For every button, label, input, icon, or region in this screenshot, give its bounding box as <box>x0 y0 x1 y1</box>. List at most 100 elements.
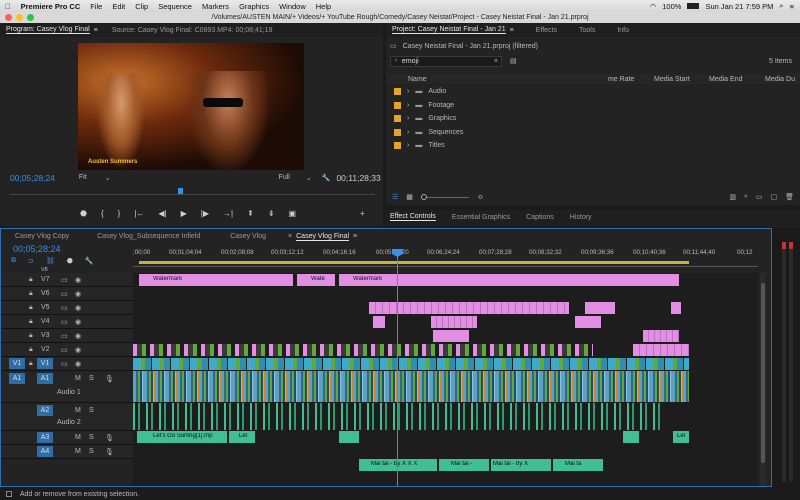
playhead-line[interactable] <box>397 249 398 486</box>
bin-sequences[interactable]: › ▬ Sequences <box>386 126 800 140</box>
clip-a1-group[interactable] <box>133 371 689 402</box>
panel-menu-icon[interactable]: ≡ <box>510 27 514 34</box>
clip-watermark[interactable]: Watermark <box>139 274 293 286</box>
eye-icon[interactable]: ◉ <box>75 318 81 326</box>
tab-sequence-final[interactable]: Casey Vlog Final <box>296 233 350 241</box>
clip-v2[interactable] <box>633 344 689 356</box>
panel-menu-icon[interactable]: ≡ <box>94 27 98 34</box>
clip-v3[interactable] <box>643 330 679 342</box>
track-header-a4[interactable]: A4 M S 🎙︎ <box>1 445 133 459</box>
lock-icon[interactable]: 🔒︎ <box>29 360 33 368</box>
go-to-out-icon[interactable]: →| <box>223 209 233 218</box>
bin-titles[interactable]: › ▬ Titles <box>386 139 800 153</box>
expand-chevron-icon[interactable]: › <box>407 88 409 95</box>
solo-button[interactable]: S <box>89 448 94 455</box>
clip-a4[interactable]: Mai tai - by X X X <box>359 459 437 471</box>
nest-icon[interactable]: ⧉ <box>11 257 16 265</box>
mute-button[interactable]: M <box>75 407 81 414</box>
wrench-icon[interactable]: 🔧 <box>322 174 331 182</box>
sort-icon[interactable]: ≎ <box>477 193 483 201</box>
track-header-v7[interactable]: 🔒︎ V7 ▭ ◉ <box>1 273 133 287</box>
work-area-bar[interactable] <box>139 261 689 264</box>
automate-icon[interactable]: ▥ <box>729 193 736 201</box>
sync-icon[interactable]: ▭ <box>61 276 68 284</box>
add-button-icon[interactable]: + <box>360 209 365 218</box>
source-info[interactable]: Source: Casey Vlog Final: C0893.MP4: 00;… <box>112 27 273 34</box>
menu-edit[interactable]: Edit <box>107 2 130 11</box>
track-header-a1[interactable]: A1 A1 M S 🎙︎ Audio 1 <box>1 371 133 403</box>
menu-file[interactable]: File <box>85 2 107 11</box>
lock-icon[interactable]: 🔒︎ <box>29 290 33 298</box>
step-forward-icon[interactable]: |▶ <box>201 209 209 218</box>
clip-a4[interactable]: Mai tai - by X <box>491 459 551 471</box>
time-ruler[interactable]: ;00;00 00;01;04;04 00;02;08;08 00;03;12;… <box>133 249 758 267</box>
settings-wrench-icon[interactable]: 🔧 <box>85 257 94 265</box>
clip-v5-group[interactable] <box>369 302 569 314</box>
menu-help[interactable]: Help <box>311 2 336 11</box>
find-icon[interactable]: ⌕ <box>744 193 748 201</box>
eye-icon[interactable]: ◉ <box>75 360 81 368</box>
track-header-a3[interactable]: A3 M S 🎙︎ <box>1 431 133 445</box>
play-icon[interactable]: ▶ <box>181 209 187 218</box>
mute-button[interactable]: M <box>75 448 81 455</box>
mic-icon[interactable]: 🎙︎ <box>105 375 114 383</box>
eye-icon[interactable]: ◉ <box>75 290 81 298</box>
clip-v5[interactable] <box>671 302 681 314</box>
quality-dropdown[interactable]: Full ⌄ <box>279 174 312 182</box>
expand-chevron-icon[interactable]: › <box>407 142 409 149</box>
tab-program[interactable]: Program: Casey Vlog Final <box>6 26 90 34</box>
add-marker-icon[interactable]: ⬣ <box>67 257 73 265</box>
track-area[interactable]: Watermark Wate Watermark Let's Go Surfin… <box>133 273 758 486</box>
list-view-icon[interactable]: ☰ <box>392 193 398 201</box>
lock-icon[interactable]: 🔒︎ <box>29 318 33 326</box>
tab-effect-controls[interactable]: Effect Controls <box>390 213 436 221</box>
source-patch-a1[interactable]: A1 <box>9 373 25 384</box>
panel-menu-icon[interactable]: ≡ <box>353 233 357 240</box>
solo-button[interactable]: S <box>89 434 94 441</box>
wifi-icon[interactable]: ◠ <box>650 2 657 11</box>
tab-project[interactable]: Project: Casey Neistat Final - Jan 21 <box>392 26 506 34</box>
expand-chevron-icon[interactable]: › <box>407 129 409 136</box>
zoom-window-button[interactable] <box>27 14 34 21</box>
source-patch-v1[interactable]: V1 <box>9 358 25 369</box>
clip-a3[interactable] <box>339 431 359 443</box>
clip-v1-group[interactable] <box>133 358 689 370</box>
mic-icon[interactable]: 🎙︎ <box>105 434 114 442</box>
sync-icon[interactable]: ▭ <box>61 290 68 298</box>
clip-watermark[interactable]: Watermark <box>339 274 679 286</box>
snap-icon[interactable]: ⊃ <box>28 257 34 265</box>
tab-captions[interactable]: Captions <box>526 214 554 221</box>
clip-a3[interactable]: Let's Go Surfing[1].mp <box>137 431 227 443</box>
mark-out-icon[interactable]: } <box>118 209 121 218</box>
expand-chevron-icon[interactable]: › <box>407 115 409 122</box>
clip-v3[interactable] <box>433 330 469 342</box>
track-header-v1[interactable]: V1 🔒︎ V1 ▭ ◉ <box>1 357 133 371</box>
clip-v4[interactable] <box>373 316 385 328</box>
new-bin-icon[interactable]: ▭ <box>756 193 763 201</box>
search-icon[interactable]: ⌕ <box>779 1 783 11</box>
solo-button[interactable]: S <box>89 407 94 414</box>
tab-sequence-subsequence[interactable]: Casey Vlog_Subsequence Infield <box>97 233 200 240</box>
menu-markers[interactable]: Markers <box>197 2 234 11</box>
clip-a4[interactable]: Mai ta <box>553 459 603 471</box>
app-menu[interactable]: Premiere Pro CC <box>16 2 86 11</box>
mic-icon[interactable]: 🎙︎ <box>105 448 114 456</box>
close-tab-icon[interactable]: × <box>288 233 292 240</box>
clip-a4[interactable]: Mai tai - <box>439 459 489 471</box>
bin-graphics[interactable]: › ▬ Graphics <box>386 112 800 126</box>
eye-icon[interactable]: ◉ <box>75 304 81 312</box>
tab-effects[interactable]: Effects <box>536 27 557 34</box>
clip-watermark[interactable]: Wate <box>297 274 335 286</box>
bin-audio[interactable]: › ▬ Audio <box>386 85 800 99</box>
menu-window[interactable]: Window <box>274 2 311 11</box>
mute-button[interactable]: M <box>75 375 81 382</box>
timeline-timecode[interactable]: 00;05;28;24 <box>13 244 61 254</box>
lift-icon[interactable]: ⇞ <box>247 209 254 218</box>
clip-v4[interactable] <box>575 316 601 328</box>
col-name[interactable]: Name <box>408 76 427 83</box>
clip-v2-group[interactable] <box>133 344 593 356</box>
lock-icon[interactable]: 🔒︎ <box>29 332 33 340</box>
playhead-marker[interactable] <box>178 188 183 194</box>
linked-selection-icon[interactable]: ⛓ <box>46 257 55 265</box>
lock-icon[interactable]: 🔒︎ <box>29 276 33 284</box>
